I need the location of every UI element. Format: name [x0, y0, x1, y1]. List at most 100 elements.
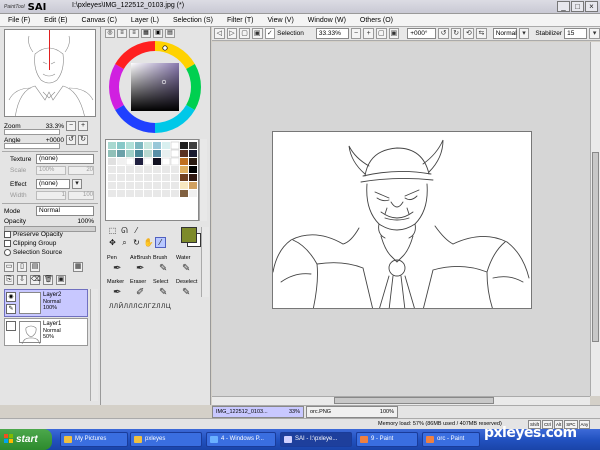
taskbar-item-my-pictures[interactable]: My Pictures	[60, 432, 128, 447]
menu-layer[interactable]: Layer (L)	[124, 14, 166, 26]
rotate-ccw-icon[interactable]: ↺	[438, 28, 449, 39]
zoom-out-button[interactable]: −	[66, 121, 76, 131]
canvas-area[interactable]	[212, 42, 590, 396]
brush-pen[interactable]: Pen ✒	[107, 255, 130, 277]
layer-visibility-eye-icon[interactable]	[6, 321, 16, 331]
swatch-grid[interactable]	[106, 140, 200, 222]
clipping-group-checkbox[interactable]	[4, 240, 11, 247]
angle-field[interactable]: +000°	[407, 28, 437, 39]
texture-select[interactable]: (none)	[36, 154, 94, 164]
zoom-slider[interactable]	[4, 129, 60, 135]
menu-view[interactable]: View (V)	[260, 14, 300, 26]
menu-others[interactable]: Others (O)	[353, 14, 400, 26]
menu-filter[interactable]: Filter (T)	[220, 14, 260, 26]
flip-icon[interactable]: ⇆	[476, 28, 487, 39]
taskbar-item-orc-paint[interactable]: orc - Paint	[422, 432, 480, 447]
palette-scrollbar[interactable]	[199, 139, 207, 221]
brush-marker[interactable]: Marker ✒	[107, 279, 130, 301]
hsv-slider-tab-icon[interactable]: ≡	[129, 29, 139, 38]
tab-document-img[interactable]: IMG_122512_0103... 33%	[212, 406, 304, 418]
close-button[interactable]: ×	[585, 1, 598, 12]
rotate-reset-icon[interactable]: ⟲	[463, 28, 475, 39]
merge-down-icon[interactable]: ⇩	[17, 275, 27, 285]
blend-mode-select[interactable]: Normal	[36, 206, 94, 216]
layer-list-scrollbar[interactable]	[90, 289, 98, 401]
scratchpad-tab-icon[interactable]: ▣	[153, 29, 163, 38]
show-selection-checkbox[interactable]: ✓	[264, 28, 276, 39]
brush-airbrush[interactable]: AirBrush ✒	[130, 255, 153, 277]
color-wheel-tab-icon[interactable]: ◎	[105, 29, 115, 38]
mode-dropdown-icon[interactable]: ▾	[518, 28, 530, 39]
delete-layer-icon[interactable]: 🗑	[43, 275, 53, 285]
fit-window-icon[interactable]: ▣	[388, 28, 400, 39]
tab-document-orc[interactable]: orc.PNG 100%	[306, 406, 398, 418]
taskbar-item-windows-photo[interactable]: 4 - Windows P...	[206, 432, 276, 447]
brush-water[interactable]: Water ✎	[176, 255, 199, 277]
invert-selection-icon[interactable]: ▣	[251, 28, 263, 39]
angle-slider[interactable]	[4, 143, 60, 149]
menu-canvas[interactable]: Canvas (C)	[75, 14, 124, 26]
layer-item-layer1[interactable]: Layer1 Normal 50%	[4, 318, 88, 346]
brush-brush[interactable]: Brush ✎	[153, 255, 176, 277]
menu-edit[interactable]: Edit (E)	[37, 14, 74, 26]
zoom-reset-icon[interactable]: ▢	[375, 28, 387, 39]
zoom-field[interactable]: 33.33%	[315, 28, 349, 39]
selection-source-radio[interactable]	[4, 249, 11, 256]
color-wheel[interactable]	[109, 41, 201, 133]
zoom-in-button[interactable]: +	[78, 121, 88, 131]
effect-settings-button[interactable]: ▾	[72, 179, 82, 189]
clear-layer-icon[interactable]: ⌫	[30, 275, 41, 285]
effect-select[interactable]: (none)	[36, 179, 70, 189]
new-folder-icon[interactable]: ▤	[30, 262, 40, 272]
copy-layer-icon[interactable]: ⎘	[4, 275, 14, 285]
rgb-slider-tab-icon[interactable]: ≡	[117, 29, 127, 38]
layer-visibility-eye-icon[interactable]: ◉	[6, 292, 16, 302]
rotate-left-button[interactable]: ↺	[66, 135, 76, 145]
redo-icon[interactable]: ▷	[226, 28, 238, 39]
menu-file[interactable]: File (F)	[0, 14, 37, 26]
navigator-preview[interactable]	[4, 29, 96, 117]
preserve-opacity-checkbox[interactable]	[4, 231, 11, 238]
rotate-tool-icon[interactable]: ↻	[131, 237, 142, 248]
stabilizer-dropdown-icon[interactable]: ▾	[589, 28, 600, 39]
swatches-tab-icon[interactable]: ▦	[141, 29, 151, 38]
stabilizer-select[interactable]: 15	[564, 28, 588, 39]
move-layer-icon[interactable]: ▣	[56, 275, 66, 285]
canvas-horizontal-scrollbar[interactable]	[212, 396, 590, 405]
taskbar-item-sai[interactable]: SAI - I:\pxleye...	[280, 432, 352, 447]
brush-scrollbar[interactable]	[201, 227, 209, 297]
zoom-out-icon[interactable]: −	[350, 28, 362, 39]
hue-ring[interactable]	[109, 41, 201, 133]
taskbar-item-pxleyes[interactable]: pxleyes	[130, 432, 202, 447]
magic-wand-icon[interactable]: ⁄	[131, 225, 142, 236]
zoom-tool-icon[interactable]: ⌕	[119, 237, 130, 248]
deselect-icon[interactable]: ▢	[239, 28, 250, 39]
new-linework-layer-icon[interactable]: ▯	[17, 262, 27, 272]
canvas-mode-select[interactable]: Normal	[492, 28, 517, 39]
undo-icon[interactable]: ◁	[214, 28, 225, 39]
minimize-button[interactable]: _	[557, 1, 570, 12]
palette-tab-icon[interactable]: ▤	[165, 29, 175, 38]
rotate-cw-icon[interactable]: ↻	[450, 28, 462, 39]
brush-select[interactable]: Select ✎	[153, 279, 176, 301]
hand-tool-icon[interactable]: ✋	[143, 237, 154, 248]
brush-deselect[interactable]: Deselect ✎	[176, 279, 199, 301]
move-tool-icon[interactable]: ✥	[107, 237, 118, 248]
hue-picker-handle[interactable]	[162, 45, 168, 51]
start-button[interactable]: start	[0, 429, 52, 450]
foreground-color-swatch[interactable]	[181, 227, 197, 243]
maximize-button[interactable]: □	[571, 1, 584, 12]
layer-options-icon[interactable]: ▦	[73, 262, 83, 272]
lasso-icon[interactable]: ᘏ	[119, 225, 130, 236]
canvas-vertical-scrollbar[interactable]	[590, 42, 600, 396]
taskbar-item-paint-9[interactable]: 9 - Paint	[356, 432, 418, 447]
horizontal-scroll-thumb[interactable]	[334, 397, 494, 404]
new-layer-icon[interactable]: ▭	[4, 262, 14, 272]
layer-item-layer2[interactable]: ◉ ✎ Layer2 Normal 100%	[4, 289, 88, 317]
menu-selection[interactable]: Selection (S)	[166, 14, 220, 26]
rect-select-icon[interactable]: ⬚	[107, 225, 118, 236]
drawing-canvas[interactable]	[272, 131, 532, 309]
eyedropper-icon[interactable]: ⁄	[155, 237, 166, 248]
rotate-right-button[interactable]: ↻	[78, 135, 88, 145]
zoom-in-icon[interactable]: +	[363, 28, 374, 39]
